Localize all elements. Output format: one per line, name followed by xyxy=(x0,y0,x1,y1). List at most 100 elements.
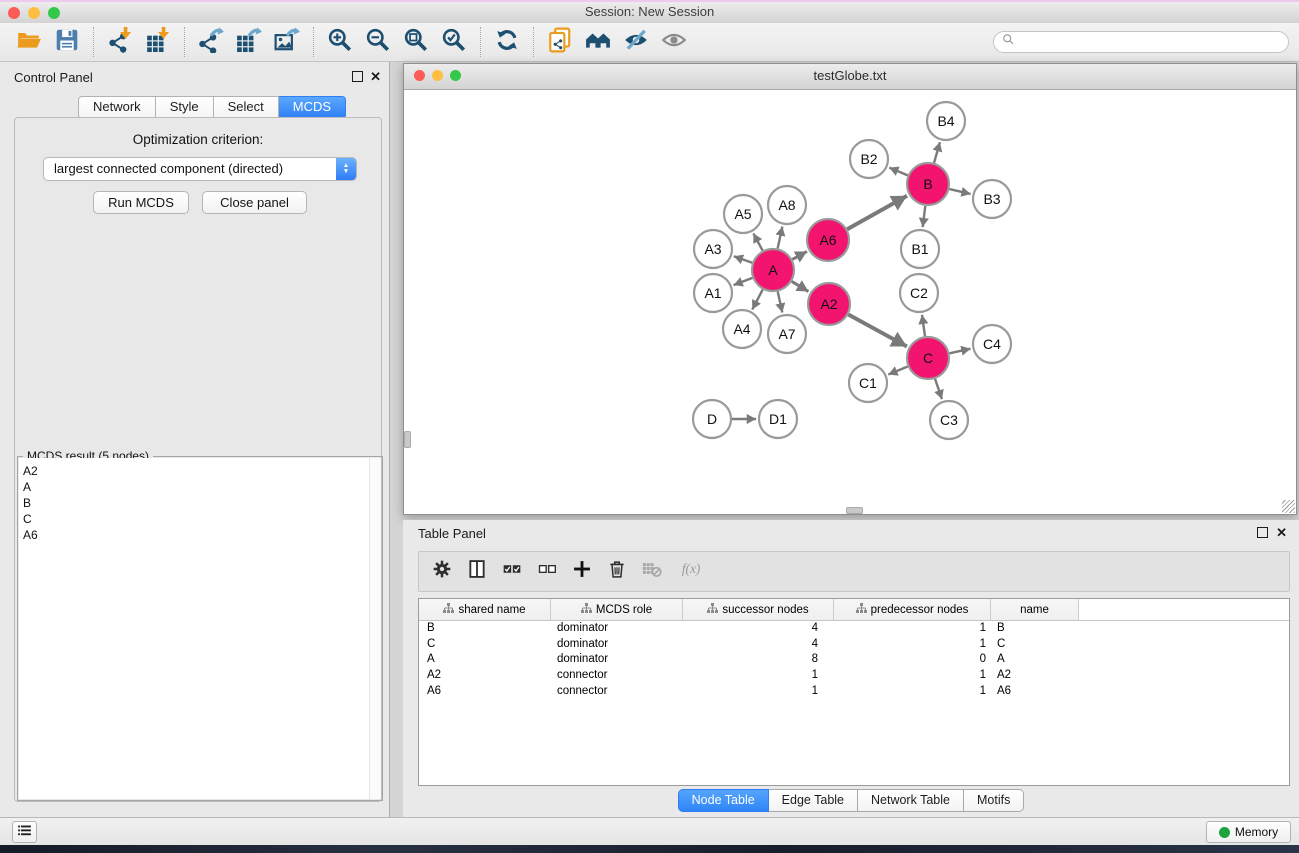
cell-MCDS-role[interactable]: dominator xyxy=(551,621,683,637)
cell-successor-nodes[interactable]: 8 xyxy=(683,652,834,668)
tab-style[interactable]: Style xyxy=(156,96,214,119)
search-input[interactable] xyxy=(1020,34,1288,50)
graph-edge-B-B3[interactable] xyxy=(949,189,970,194)
graph-edge-A-A5[interactable] xyxy=(753,233,762,250)
cell-successor-nodes[interactable]: 1 xyxy=(683,668,834,684)
cell-name[interactable]: A xyxy=(991,652,1079,668)
result-item[interactable]: B xyxy=(23,495,381,511)
cell-shared-name[interactable]: B xyxy=(419,621,551,637)
graph-edge-A-A6[interactable] xyxy=(792,251,807,259)
graph-edge-A6-B[interactable] xyxy=(847,196,907,230)
cell-successor-nodes[interactable]: 4 xyxy=(683,621,834,637)
tab-mcds[interactable]: MCDS xyxy=(279,96,346,119)
column-header-shared-name[interactable]: shared name xyxy=(419,599,551,620)
column-header-predecessor-nodes[interactable]: predecessor nodes xyxy=(834,599,991,620)
delete-row-button[interactable] xyxy=(602,557,632,587)
graph-edge-C-C4[interactable] xyxy=(949,349,970,354)
tab-edge-table[interactable]: Edge Table xyxy=(769,789,858,812)
export-network-button[interactable] xyxy=(192,26,230,58)
gear-button[interactable] xyxy=(427,557,457,587)
deselect-all-button[interactable] xyxy=(532,557,562,587)
cell-name[interactable]: A2 xyxy=(991,668,1079,684)
column-header-MCDS-role[interactable]: MCDS role xyxy=(551,599,683,620)
result-item[interactable]: C xyxy=(23,511,381,527)
cell-MCDS-role[interactable]: connector xyxy=(551,668,683,684)
table-row[interactable]: Adominator80A xyxy=(419,652,1289,668)
graph-edge-A-A3[interactable] xyxy=(734,256,752,262)
tab-network[interactable]: Network xyxy=(78,96,156,119)
cell-name[interactable]: B xyxy=(991,621,1079,637)
vertical-scrollbar-thumb[interactable] xyxy=(404,431,411,448)
zoom-selected-button[interactable] xyxy=(435,26,473,58)
clone-network-button[interactable] xyxy=(541,26,579,58)
network-graph[interactable]: AA1A2A3A4A5A6A7A8BB1B2B3B4CC1C2C3C4DD1 xyxy=(404,90,1296,514)
horizontal-scrollbar-thumb[interactable] xyxy=(846,507,863,514)
column-header-name[interactable]: name xyxy=(991,599,1079,620)
run-mcds-button[interactable]: Run MCDS xyxy=(93,191,189,214)
table-row[interactable]: A2connector11A2 xyxy=(419,668,1289,684)
hide-selected-button[interactable] xyxy=(617,26,655,58)
result-list-scrollbar[interactable] xyxy=(369,458,381,799)
show-all-button[interactable] xyxy=(655,26,693,58)
import-table-button[interactable] xyxy=(139,26,177,58)
task-history-button[interactable] xyxy=(12,821,37,843)
cell-MCDS-role[interactable]: dominator xyxy=(551,652,683,668)
result-item[interactable]: A6 xyxy=(23,527,381,543)
graph-edge-A-A4[interactable] xyxy=(752,289,763,309)
graph-edge-B-B2[interactable] xyxy=(889,168,907,176)
cell-predecessor-nodes[interactable]: 1 xyxy=(834,668,991,684)
criterion-select[interactable]: largest connected component (directed) ▲… xyxy=(43,157,357,181)
select-all-button[interactable] xyxy=(497,557,527,587)
graph-edge-A-A2[interactable] xyxy=(792,281,809,291)
graph-edge-A-A7[interactable] xyxy=(778,291,783,312)
column-header-successor-nodes[interactable]: successor nodes xyxy=(683,599,834,620)
result-item[interactable]: A2 xyxy=(23,463,381,479)
cell-shared-name[interactable]: A2 xyxy=(419,668,551,684)
cell-MCDS-role[interactable]: connector xyxy=(551,684,683,700)
add-row-button[interactable] xyxy=(567,557,597,587)
cell-shared-name[interactable]: C xyxy=(419,637,551,653)
tab-network-table[interactable]: Network Table xyxy=(858,789,964,812)
zoom-fit-button[interactable] xyxy=(397,26,435,58)
tab-select[interactable]: Select xyxy=(214,96,279,119)
table-row[interactable]: Cdominator41C xyxy=(419,637,1289,653)
table-row[interactable]: Bdominator41B xyxy=(419,621,1289,637)
node-table[interactable]: shared nameMCDS rolesuccessor nodesprede… xyxy=(418,598,1290,786)
refresh-view-button[interactable] xyxy=(488,26,526,58)
close-panel-icon[interactable]: ✕ xyxy=(370,71,381,82)
graph-edge-A-A8[interactable] xyxy=(778,227,783,249)
export-image-button[interactable] xyxy=(268,26,306,58)
graph-edge-C-C1[interactable] xyxy=(888,366,907,374)
close-table-panel-icon[interactable]: ✕ xyxy=(1276,527,1287,538)
cell-predecessor-nodes[interactable]: 1 xyxy=(834,637,991,653)
cell-name[interactable]: C xyxy=(991,637,1079,653)
network-window-titlebar[interactable]: testGlobe.txt xyxy=(404,64,1296,90)
graph-edge-A2-C[interactable] xyxy=(848,315,907,347)
cell-shared-name[interactable]: A xyxy=(419,652,551,668)
memory-button[interactable]: Memory xyxy=(1206,821,1291,843)
graph-edge-C-C2[interactable] xyxy=(922,315,925,336)
cell-predecessor-nodes[interactable]: 1 xyxy=(834,621,991,637)
graph-edge-B-B4[interactable] xyxy=(934,142,940,163)
cell-predecessor-nodes[interactable]: 1 xyxy=(834,684,991,700)
graph-edge-A-A1[interactable] xyxy=(734,278,753,285)
open-file-button[interactable] xyxy=(10,26,48,58)
resize-grip-icon[interactable] xyxy=(1282,500,1295,513)
result-item[interactable]: A xyxy=(23,479,381,495)
tab-motifs[interactable]: Motifs xyxy=(964,789,1024,812)
mcds-result-list[interactable]: A2ABCA6 xyxy=(19,458,381,799)
float-panel-icon[interactable] xyxy=(352,71,363,82)
close-panel-button[interactable]: Close panel xyxy=(202,191,307,214)
cell-successor-nodes[interactable]: 4 xyxy=(683,637,834,653)
zoom-in-button[interactable] xyxy=(321,26,359,58)
graph-edge-B-B1[interactable] xyxy=(923,206,926,227)
cell-name[interactable]: A6 xyxy=(991,684,1079,700)
import-network-button[interactable] xyxy=(101,26,139,58)
save-session-button[interactable] xyxy=(48,26,86,58)
cell-shared-name[interactable]: A6 xyxy=(419,684,551,700)
columns-button[interactable] xyxy=(462,557,492,587)
home-networks-button[interactable] xyxy=(579,26,617,58)
cell-predecessor-nodes[interactable]: 0 xyxy=(834,652,991,668)
search-field[interactable] xyxy=(993,31,1289,53)
cell-MCDS-role[interactable]: dominator xyxy=(551,637,683,653)
